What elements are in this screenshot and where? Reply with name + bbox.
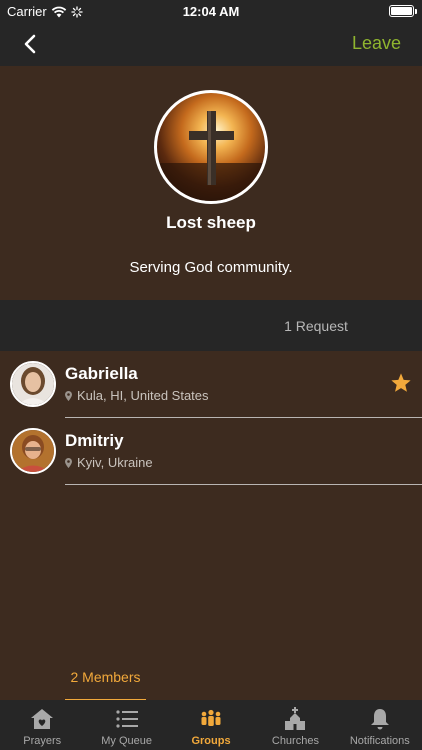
people-icon bbox=[201, 709, 221, 726]
star-icon[interactable] bbox=[390, 372, 412, 394]
member-location: Kyiv, Ukraine bbox=[65, 455, 153, 470]
tab-label: Prayers bbox=[23, 735, 62, 747]
avatar bbox=[10, 361, 56, 407]
nav-bar: Leave bbox=[0, 22, 422, 66]
tab-label: Groups bbox=[191, 735, 231, 747]
tab-churches[interactable]: Churches bbox=[253, 700, 337, 750]
bottom-tab-bar: Prayers My Queue Groups Churches Notific… bbox=[0, 700, 422, 750]
members-list: Gabriella Kula, HI, United States Dmitri… bbox=[0, 351, 422, 485]
group-header: Lost sheep Serving God community. bbox=[0, 66, 422, 300]
list-item[interactable]: Dmitriy Kyiv, Ukraine bbox=[0, 418, 422, 485]
tab-label: Churches bbox=[271, 735, 319, 747]
tab-notifications[interactable]: Notifications bbox=[338, 700, 422, 750]
member-photo bbox=[12, 363, 54, 405]
location-pin-icon bbox=[65, 390, 72, 401]
avatar bbox=[10, 428, 56, 474]
bell-icon bbox=[370, 709, 389, 730]
list-item[interactable]: Gabriella Kula, HI, United States bbox=[0, 351, 422, 418]
back-chevron-icon[interactable] bbox=[20, 30, 44, 58]
battery-icon bbox=[389, 5, 417, 17]
member-photo bbox=[12, 430, 54, 472]
tab-prayers[interactable]: Prayers bbox=[0, 700, 84, 750]
cross-icon bbox=[157, 111, 265, 201]
member-name: Gabriella bbox=[65, 364, 138, 383]
location-pin-icon bbox=[65, 457, 72, 468]
status-bar: Carrier 12:04 AM bbox=[0, 0, 422, 22]
tab-groups[interactable]: Groups bbox=[169, 700, 253, 750]
house-icon bbox=[31, 709, 54, 729]
members-tabs: 2 Members 1 Request bbox=[0, 300, 422, 702]
tab-my-queue[interactable]: My Queue bbox=[84, 700, 168, 750]
member-location: Kula, HI, United States bbox=[65, 388, 209, 403]
tab-members[interactable]: 2 Members bbox=[65, 651, 146, 702]
tab-requests[interactable]: 1 Request bbox=[260, 300, 372, 351]
list-icon bbox=[116, 710, 138, 728]
group-description: Serving God community. bbox=[129, 259, 293, 276]
member-name: Dmitriy bbox=[65, 431, 124, 450]
clock: 12:04 AM bbox=[182, 4, 240, 19]
member-location-text: Kula, HI, United States bbox=[77, 388, 209, 403]
church-icon bbox=[285, 707, 306, 730]
tab-label: Notifications bbox=[349, 735, 410, 747]
leave-button[interactable]: Leave bbox=[352, 33, 401, 54]
row-divider bbox=[65, 484, 422, 485]
group-name: Lost sheep bbox=[166, 213, 256, 232]
member-location-text: Kyiv, Ukraine bbox=[77, 455, 153, 470]
group-avatar bbox=[154, 90, 268, 204]
tab-label: My Queue bbox=[101, 735, 152, 747]
